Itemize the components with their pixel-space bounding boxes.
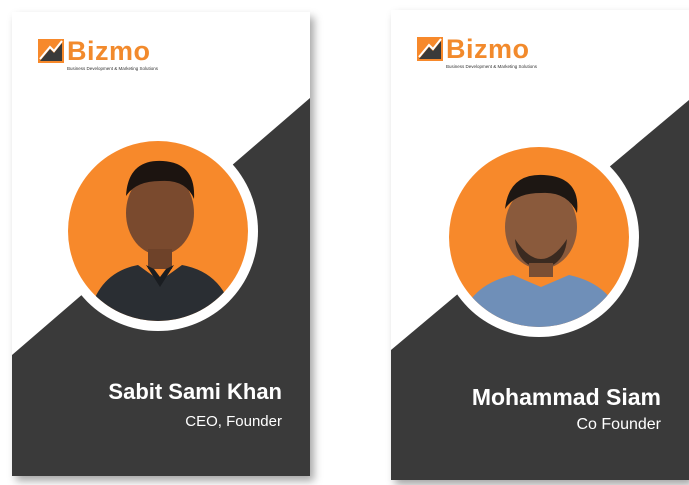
brand-name: Bizmo xyxy=(446,34,530,64)
brand-tagline: Business Development & Marketing Solutio… xyxy=(67,66,159,71)
person-role: Co Founder xyxy=(576,416,662,433)
person-role: CEO, Founder xyxy=(185,413,282,430)
growth-chart-icon xyxy=(417,37,443,61)
id-card-sabit: Bizmo Business Development & Marketing S… xyxy=(12,12,310,476)
person-name: Sabit Sami Khan xyxy=(108,379,282,404)
growth-chart-icon xyxy=(38,39,64,63)
brand-tagline: Business Development & Marketing Solutio… xyxy=(446,64,538,69)
person-portrait-icon xyxy=(68,141,248,321)
brand-logo: Bizmo Business Development & Marketing S… xyxy=(417,36,537,69)
person-name: Mohammad Siam xyxy=(471,384,661,410)
brand-name: Bizmo xyxy=(67,36,151,66)
profile-photo-frame xyxy=(439,137,639,337)
person-portrait-icon xyxy=(449,147,629,327)
brand-logo: Bizmo Business Development & Marketing S… xyxy=(38,38,158,71)
profile-photo-frame xyxy=(58,131,258,331)
id-card-siam: Bizmo Business Development & Marketing S… xyxy=(391,10,689,480)
